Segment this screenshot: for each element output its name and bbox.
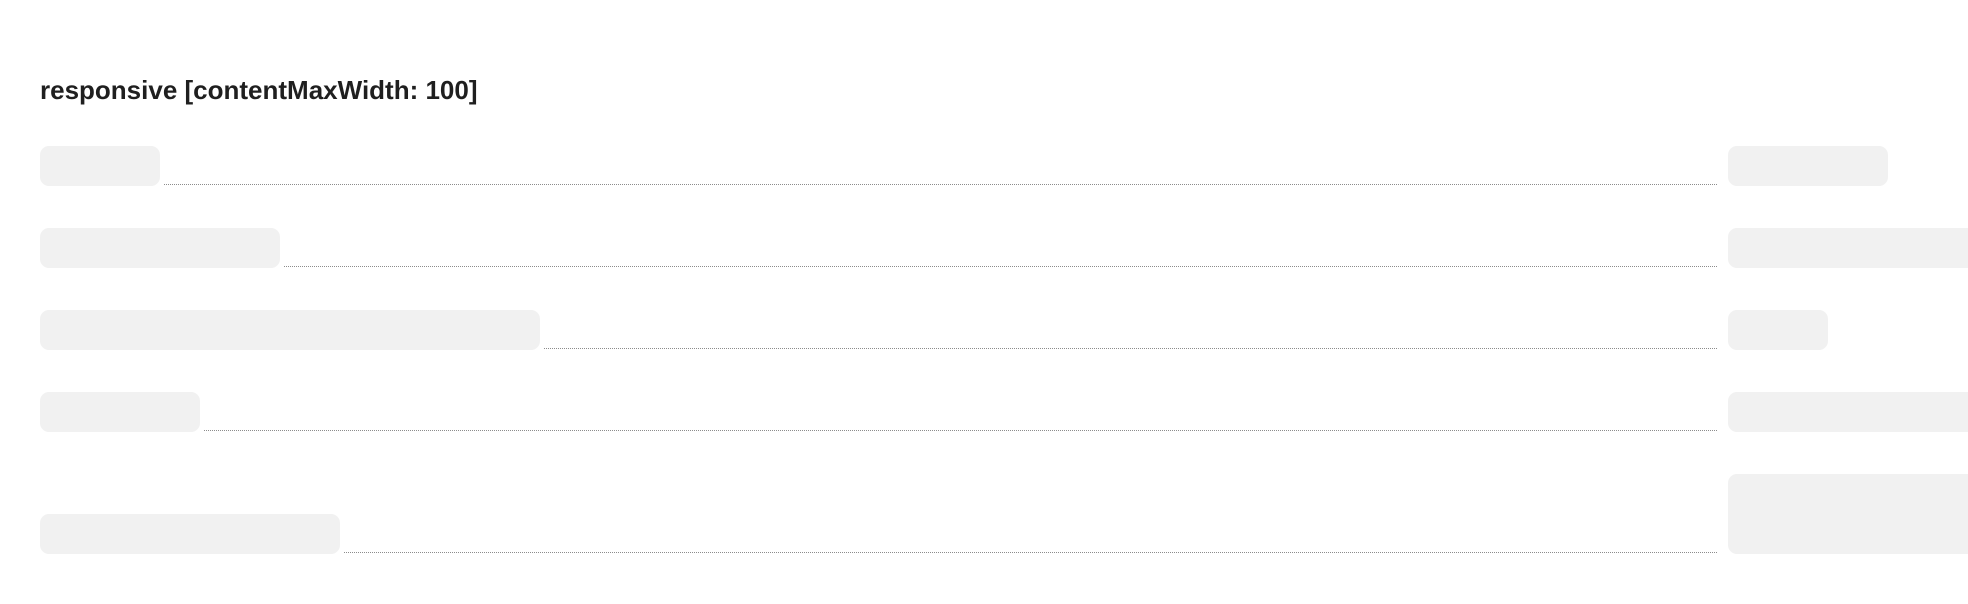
skeleton-value-placeholder [1728, 392, 1968, 432]
skeleton-label-placeholder [40, 310, 540, 350]
dotted-leader-line [544, 348, 1717, 349]
dotted-leader-line [204, 430, 1717, 431]
skeleton-label-placeholder [40, 146, 160, 186]
dotted-leader-line [164, 184, 1717, 185]
dotted-leader-line [284, 266, 1717, 267]
dotted-leader-line [344, 552, 1717, 553]
skeleton-label-placeholder [40, 392, 200, 432]
skeleton-value-placeholder [1728, 310, 1828, 350]
skeleton-label-placeholder [40, 514, 340, 554]
skeleton-label-placeholder [40, 228, 280, 268]
skeleton-value-placeholder [1728, 474, 1968, 554]
skeleton-value-placeholder [1728, 146, 1888, 186]
page-title: responsive [contentMaxWidth: 100] [40, 75, 478, 105]
skeleton-value-placeholder [1728, 228, 1968, 268]
